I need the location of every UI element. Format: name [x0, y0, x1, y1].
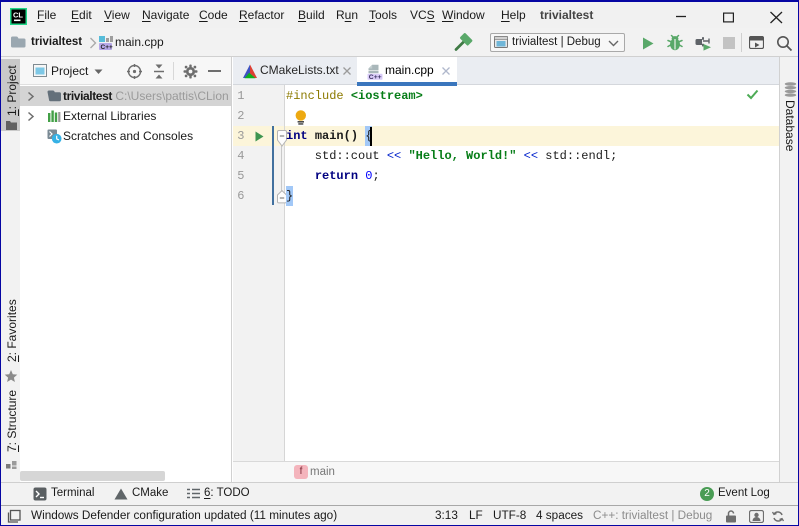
svg-text:C++: C++: [369, 73, 382, 79]
svg-text:C++: C++: [100, 44, 112, 51]
